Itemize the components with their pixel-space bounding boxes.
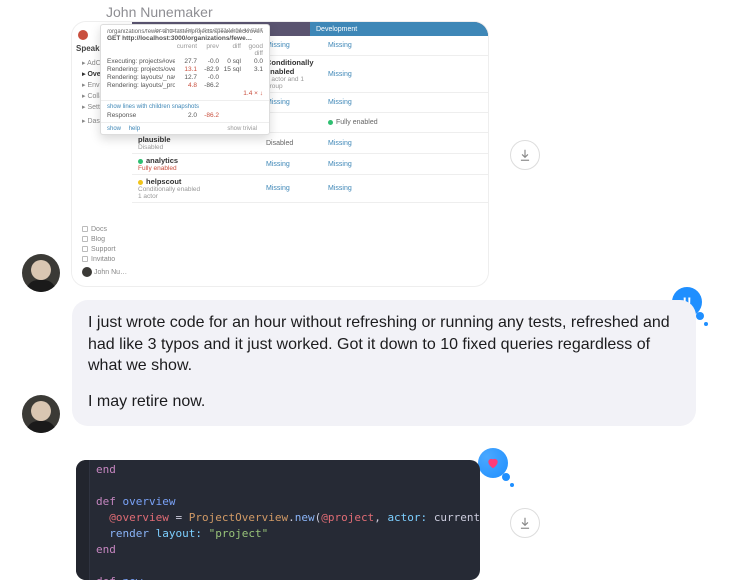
table-row: plausibleDisabled Disabled Missing bbox=[132, 133, 488, 154]
avatar bbox=[22, 254, 60, 292]
download-button[interactable] bbox=[510, 508, 540, 538]
avatar bbox=[22, 395, 60, 433]
sidebar-link: Invitatio bbox=[82, 256, 128, 263]
sender-name: John Nunemaker bbox=[106, 4, 213, 20]
sidebar-link: Blog bbox=[82, 236, 128, 243]
download-icon bbox=[518, 148, 532, 162]
code-screenshot-attachment[interactable]: end def def overviewoverview @overview =… bbox=[76, 460, 480, 580]
table-row: analyticsFully enabled Missing Missing bbox=[132, 154, 488, 175]
status-dot-icon bbox=[328, 120, 333, 125]
env-tab-active: Development bbox=[310, 22, 488, 36]
download-icon bbox=[518, 516, 532, 530]
status-dot-icon bbox=[138, 159, 143, 164]
status-dot-icon bbox=[138, 180, 143, 185]
sidebar-link: Support bbox=[82, 246, 128, 253]
profiler-popover: /organizations/fewer-and-faster/projects… bbox=[100, 24, 270, 135]
screenshot-attachment[interactable]: Speak ▸ AdCli ▸ Overvi ▸ Enviro ▸ Collab… bbox=[72, 22, 488, 286]
sidebar-user: John Nunemaker bbox=[82, 267, 128, 277]
code-gutter bbox=[76, 460, 90, 580]
app-logo-icon bbox=[78, 30, 88, 40]
reaction-love[interactable] bbox=[478, 448, 508, 478]
message-text: I just wrote code for an hour without re… bbox=[88, 312, 680, 377]
code-content: end def def overviewoverview @overview =… bbox=[96, 462, 474, 580]
message-bubble[interactable]: I just wrote code for an hour without re… bbox=[72, 300, 696, 426]
sidebar-link: Docs bbox=[82, 226, 128, 233]
message-text: I may retire now. bbox=[88, 391, 680, 413]
download-button[interactable] bbox=[510, 140, 540, 170]
table-row: helpscoutConditionally enabled1 actor Mi… bbox=[132, 175, 488, 203]
heart-icon bbox=[486, 456, 500, 470]
